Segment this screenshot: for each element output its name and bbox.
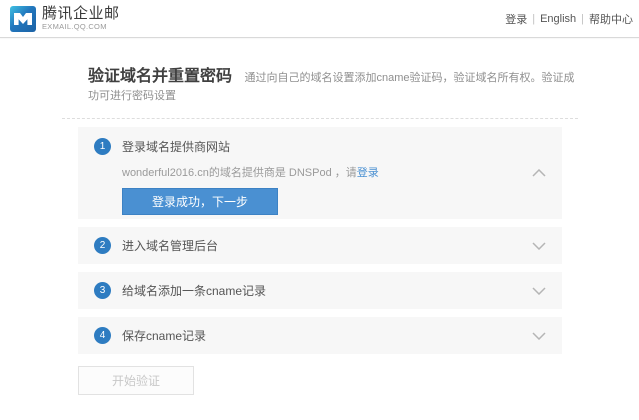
step-2-title: 进入域名管理后台 bbox=[122, 237, 218, 254]
step-4-panel[interactable]: 4 保存cname记录 bbox=[78, 317, 562, 354]
exmail-logo-text: 腾讯企业邮 EXMAIL.QQ.COM bbox=[42, 6, 120, 31]
chevron-down-icon[interactable] bbox=[532, 332, 546, 340]
exmail-logo-icon bbox=[10, 6, 36, 32]
step-3-title: 给域名添加一条cname记录 bbox=[122, 282, 266, 299]
brand-subtitle: EXMAIL.QQ.COM bbox=[42, 23, 120, 31]
step-1-description-text: wonderful2016.cn的域名提供商是 DNSPod ，请 bbox=[122, 167, 357, 179]
brand-title: 腾讯企业邮 bbox=[42, 6, 120, 21]
nav-login-link[interactable]: 登录 bbox=[505, 11, 527, 27]
nav-separator: | bbox=[581, 13, 584, 25]
top-header: 腾讯企业邮 EXMAIL.QQ.COM 登录 | English | 帮助中心 bbox=[0, 0, 639, 38]
page-title: 验证域名并重置密码 bbox=[88, 68, 232, 85]
main-content: 验证域名并重置密码 通过向自己的域名设置添加cname验证码，验证域名所有权。验… bbox=[62, 38, 578, 395]
step-2-number-badge: 2 bbox=[94, 237, 111, 254]
nav-separator: | bbox=[532, 13, 535, 25]
step-2-panel[interactable]: 2 进入域名管理后台 bbox=[78, 227, 562, 264]
step-1-description: wonderful2016.cn的域名提供商是 DNSPod ，请登录 bbox=[122, 164, 546, 180]
nav-help-center-link[interactable]: 帮助中心 bbox=[589, 11, 633, 27]
exmail-logo[interactable]: 腾讯企业邮 EXMAIL.QQ.COM bbox=[10, 6, 120, 32]
step-1-panel: 1 登录域名提供商网站 wonderful2016.cn的域名提供商是 DNSP… bbox=[78, 127, 562, 219]
step-4-number-badge: 4 bbox=[94, 327, 111, 344]
step-3-number-badge: 3 bbox=[94, 282, 111, 299]
top-nav: 登录 | English | 帮助中心 bbox=[505, 11, 633, 27]
nav-english-link[interactable]: English bbox=[540, 13, 576, 25]
step-1-title: 登录域名提供商网站 bbox=[122, 138, 230, 155]
verify-button-row: 开始验证 bbox=[62, 362, 578, 395]
step-1-login-link[interactable]: 登录 bbox=[357, 167, 379, 179]
chevron-down-icon[interactable] bbox=[532, 287, 546, 295]
chevron-up-icon[interactable] bbox=[532, 169, 546, 177]
login-success-next-button[interactable]: 登录成功，下一步 bbox=[122, 188, 278, 215]
step-1-header[interactable]: 1 登录域名提供商网站 bbox=[94, 138, 546, 155]
step-3-panel[interactable]: 3 给域名添加一条cname记录 bbox=[78, 272, 562, 309]
step-1-number-badge: 1 bbox=[94, 138, 111, 155]
start-verify-button[interactable]: 开始验证 bbox=[78, 366, 194, 395]
chevron-down-icon[interactable] bbox=[532, 242, 546, 250]
steps-accordion: 1 登录域名提供商网站 wonderful2016.cn的域名提供商是 DNSP… bbox=[62, 119, 578, 354]
step-4-title: 保存cname记录 bbox=[122, 327, 206, 344]
page-title-row: 验证域名并重置密码 通过向自己的域名设置添加cname验证码，验证域名所有权。验… bbox=[62, 38, 578, 119]
